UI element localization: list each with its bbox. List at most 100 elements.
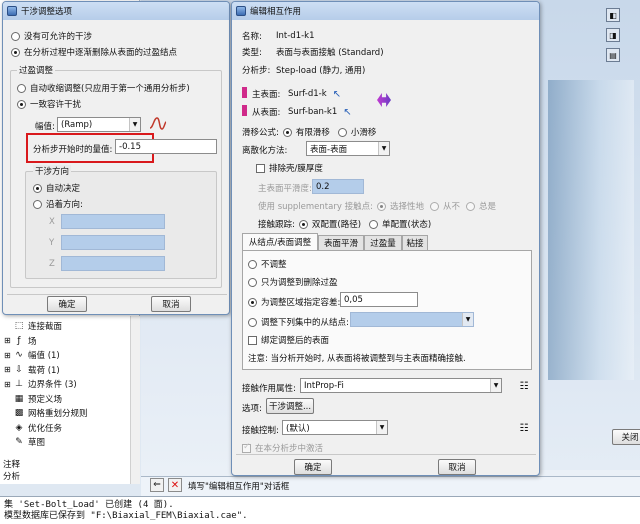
- checkbox-icon: [256, 163, 265, 173]
- options-label: 选项:: [242, 404, 262, 414]
- smoothing-input[interactable]: 0.2: [312, 179, 364, 194]
- tool-icon[interactable]: ◨: [606, 28, 620, 42]
- tab-slave-adjust[interactable]: 从结点/表面调整: [242, 233, 318, 250]
- tree-item-label: 网格重划分规则: [28, 409, 88, 419]
- radio-icon: [248, 317, 257, 327]
- tree-item[interactable]: ▦ 预定义场: [4, 393, 62, 405]
- tree-annotation-item[interactable]: 注释: [3, 458, 20, 470]
- tree-item[interactable]: ⊞ ∿ 幅值 (1): [4, 349, 60, 361]
- tree-item-label: 优化任务: [28, 423, 63, 434]
- y-input[interactable]: [61, 235, 165, 250]
- radio-selected-icon[interactable]: [298, 219, 308, 229]
- y-label: Y: [49, 238, 55, 248]
- edit-ok-button[interactable]: 确定: [294, 459, 332, 475]
- exclude-shell-row[interactable]: 排除壳/膜厚度: [256, 162, 323, 174]
- supp-always-label[interactable]: 总是: [479, 200, 496, 212]
- type-row: 类型: 表面与表面接触 (Standard): [242, 46, 384, 58]
- z-input[interactable]: [61, 256, 165, 271]
- expand-icon[interactable]: ⊞: [4, 351, 14, 360]
- radio-icon[interactable]: [369, 219, 379, 229]
- amplitude-select[interactable]: (Ramp) ▼: [57, 117, 141, 132]
- z-label: Z: [49, 259, 55, 269]
- predefined-icon: ▦: [14, 393, 24, 404]
- expand-icon[interactable]: ⊞: [4, 365, 14, 374]
- sketch-icon: ✎: [15, 437, 23, 447]
- option-remove-gradually[interactable]: 在分析过程中逐渐删除从表面的过盈结点: [11, 46, 177, 58]
- activate-label: 在本分析步中激活: [255, 444, 324, 454]
- sliding-label: 滑移公式:: [242, 128, 279, 138]
- radio-selected-icon[interactable]: [282, 127, 292, 137]
- tree-item[interactable]: ◈ 优化任务: [4, 422, 62, 434]
- interference-cancel-button[interactable]: 取消: [151, 296, 191, 312]
- checkbox-checked-icon: [242, 442, 251, 453]
- option-no-interference[interactable]: 没有可允许的干涉: [11, 30, 92, 42]
- create-property-icon[interactable]: ☷: [518, 380, 530, 392]
- adjust-overclosure[interactable]: 只为调整到删除过盈: [248, 276, 338, 288]
- expand-icon[interactable]: ⊞: [4, 336, 14, 345]
- tree-item[interactable]: ▩ 网格重划分规则: [4, 407, 88, 419]
- tab-overclosure[interactable]: 过盈量: [364, 235, 402, 250]
- type-value: 表面与表面接触 (Standard): [276, 48, 384, 58]
- option-auto-shrink[interactable]: 自动收缩调整(只应用于第一个通用分析步): [17, 82, 190, 94]
- edit-titlebar[interactable]: 编辑相互作用: [232, 2, 539, 20]
- direction-along[interactable]: 沿着方向:: [33, 198, 83, 210]
- x-input[interactable]: [61, 214, 165, 229]
- tree-analysis-item[interactable]: 分析: [3, 470, 20, 482]
- edit-surface-arrow-icon[interactable]: ↖: [333, 89, 341, 100]
- start-value-input[interactable]: -0.15: [115, 139, 217, 154]
- app-icon: [236, 6, 246, 16]
- adjust-none[interactable]: 不调整: [248, 258, 287, 270]
- type-label: 类型:: [242, 48, 262, 58]
- back-arrow-icon[interactable]: ⇐: [150, 478, 164, 492]
- filter-icon[interactable]: ▤: [606, 48, 620, 62]
- sliding-small-label[interactable]: 小滑移: [351, 126, 377, 138]
- direction-auto[interactable]: 自动决定: [33, 182, 80, 194]
- adjust-set[interactable]: 调整下列集中的从结点:: [248, 316, 349, 328]
- radio-icon[interactable]: [429, 201, 439, 211]
- tree-item-label: 预定义场: [28, 394, 63, 405]
- edit-surface-arrow-icon[interactable]: ↖: [343, 107, 351, 118]
- interference-ok-button[interactable]: 确定: [47, 296, 87, 312]
- option-uniform[interactable]: 一致容许干扰: [17, 98, 81, 110]
- expand-icon[interactable]: ⊞: [4, 380, 14, 389]
- adjust-set-select[interactable]: ▼: [350, 312, 474, 327]
- tracking-two-label[interactable]: 双配置(路径): [312, 218, 361, 230]
- supp-never-label[interactable]: 从不: [443, 200, 460, 212]
- property-select[interactable]: IntProp-Fi ▼: [300, 378, 502, 393]
- interference-titlebar[interactable]: 干涉调整选项: [3, 2, 229, 20]
- interference-adjust-button[interactable]: 干涉调整...: [266, 398, 314, 414]
- edit-cancel-button[interactable]: 取消: [438, 459, 476, 475]
- tree-item[interactable]: ⊞ ⇩ 载荷 (1): [4, 364, 60, 376]
- adjust-tolerance[interactable]: 为调整区域指定容差:: [248, 296, 340, 308]
- discretization-select[interactable]: 表面-表面 ▼: [306, 141, 390, 156]
- tree-item[interactable]: ⊞ ƒ 场: [4, 335, 37, 347]
- tab-surface-smoothing[interactable]: 表面平滑: [318, 235, 364, 250]
- master-label: 主表面:: [252, 90, 281, 100]
- tracking-single-label[interactable]: 单配置(状态): [382, 218, 431, 230]
- tree-scrollbar[interactable]: [130, 316, 140, 484]
- radio-selected-icon[interactable]: [376, 201, 386, 211]
- control-select[interactable]: (默认) ▼: [282, 420, 388, 435]
- tree-item[interactable]: ✎ 草图: [4, 436, 45, 448]
- sliding-finite-label[interactable]: 有限滑移: [296, 126, 330, 138]
- tree-item[interactable]: ⊞ ⊥ 边界条件 (3): [4, 378, 77, 390]
- radio-icon[interactable]: [337, 127, 347, 137]
- create-control-icon[interactable]: ☷: [518, 422, 530, 434]
- tree-item[interactable]: ⬚ 连接截面: [4, 320, 62, 332]
- slave-surface-icon: [242, 105, 247, 116]
- step-value: Step-load (静力, 通用): [276, 66, 366, 76]
- close-button[interactable]: 关闭: [612, 429, 640, 445]
- model-tree: ⬚ 连接截面 ⊞ ƒ 场 ⊞ ∿ 幅值 (1) ⊞ ⇩ 载荷 (1) ⊞ ⊥ 边界条件 (3) ▦ 预定义场 ▩…: [4, 320, 138, 460]
- tab-bond[interactable]: 粘接: [402, 235, 428, 250]
- activate-row[interactable]: 在本分析步中激活: [242, 442, 323, 454]
- load-icon: ⇩: [15, 364, 23, 375]
- radio-icon[interactable]: [465, 201, 475, 211]
- adjust-tolerance-input[interactable]: 0,05: [340, 292, 418, 307]
- adjust-note: 注意: 当分析开始时, 从表面将被调整到与主表面精确接触.: [248, 354, 466, 364]
- swap-surfaces-icon[interactable]: [377, 93, 391, 107]
- supp-selective-label[interactable]: 选择性地: [390, 200, 424, 212]
- ramp-amplitude-icon[interactable]: [149, 116, 167, 132]
- tie-surfaces[interactable]: 绑定调整后的表面: [248, 334, 329, 346]
- surface-pick-icon[interactable]: ◧: [606, 8, 620, 22]
- cancel-x-icon[interactable]: ✕: [168, 478, 182, 492]
